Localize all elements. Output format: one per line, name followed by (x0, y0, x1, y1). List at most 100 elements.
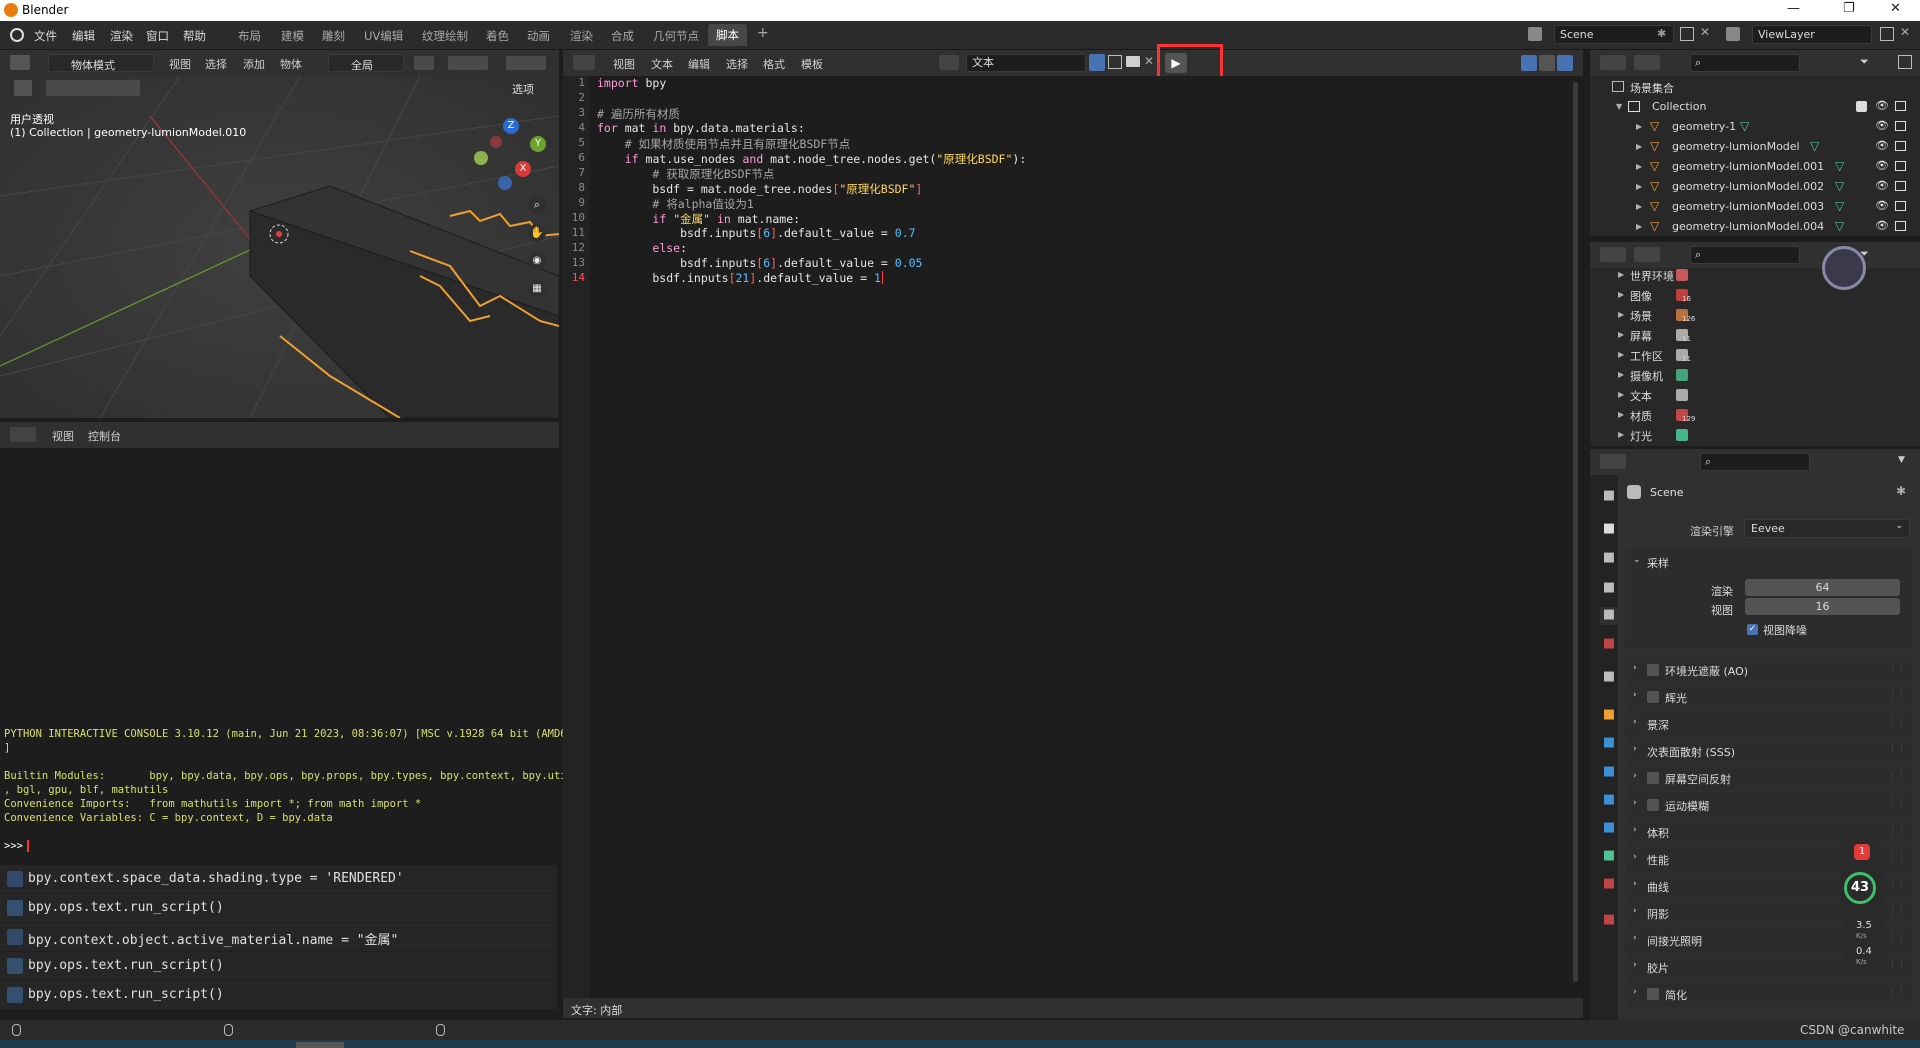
properties-editor-type-icon[interactable] (1600, 454, 1626, 469)
tab-texture-paint[interactable]: 纹理绘制 (422, 28, 468, 44)
panel-enable-checkbox[interactable] (1647, 691, 1659, 703)
expand-arrow-icon[interactable]: ▶ (1618, 430, 1624, 439)
gizmo-neg-z[interactable] (498, 176, 512, 190)
expand-arrow-icon[interactable]: ▶ (1618, 290, 1624, 299)
log-row[interactable]: bpy.context.object.active_material.name … (0, 923, 557, 952)
visibility-eye-icon[interactable]: 👁 (1875, 99, 1889, 112)
code-line[interactable]: # 遍历所有材质 (597, 106, 680, 122)
expand-arrow-icon[interactable]: ▶ (1636, 202, 1642, 211)
text-datablock-icon[interactable] (939, 55, 959, 70)
expand-arrow-icon[interactable]: ▶ (1636, 182, 1642, 191)
log-row[interactable]: bpy.ops.text.run_script() (0, 981, 557, 1010)
syntax-highlight-toggle-icon[interactable] (1557, 55, 1573, 71)
panel-enable-checkbox[interactable] (1647, 772, 1659, 784)
tab-compositing[interactable]: 合成 (611, 28, 634, 44)
display-mode2-icon[interactable] (1634, 247, 1660, 262)
outliner-object-row[interactable]: ▶ ▽ geometry-lumionModel.004 ▽ 👁 (1590, 217, 1920, 237)
collapse-arrow-icon[interactable]: ▼ (1616, 102, 1622, 111)
expand-arrow-icon[interactable]: ▶ (1618, 410, 1624, 419)
log-row[interactable]: bpy.ops.text.run_script() (0, 952, 557, 981)
outliner-object-row[interactable]: ▶ ▽ geometry-1 ▽ 👁 (1590, 117, 1920, 137)
properties-options-icon[interactable]: ▼ (1898, 455, 1905, 465)
render-camera-icon[interactable] (1895, 201, 1906, 211)
menu-render[interactable]: 渲染 (110, 28, 133, 44)
viewport-menu-select[interactable]: 选择 (205, 56, 227, 72)
display-mode-icon[interactable] (1634, 55, 1660, 70)
code-line[interactable]: bsdf.inputs[6].default_value = 0.05 (597, 256, 922, 270)
minimize-button[interactable]: — (1787, 1, 1800, 16)
menu-edit[interactable]: 编辑 (72, 28, 95, 44)
viewport-menu-add[interactable]: 添加 (243, 56, 265, 72)
outliner-search-input[interactable]: ⌕ (1690, 54, 1800, 72)
expand-arrow-icon[interactable]: ▶ (1636, 222, 1642, 231)
text-editor-scrollbar[interactable] (1573, 82, 1578, 982)
render-camera-icon[interactable] (1895, 121, 1906, 131)
material-tab-icon[interactable]: ■ (1600, 876, 1618, 894)
expand-arrow-icon[interactable]: ▶ (1636, 142, 1642, 151)
drag-handle-icon[interactable]: ⋮⋮ (1888, 933, 1906, 943)
add-workspace-button[interactable]: + (757, 25, 769, 41)
new-viewlayer-icon[interactable] (1880, 27, 1894, 41)
new-text-icon[interactable] (1108, 55, 1122, 69)
drag-handle-icon[interactable]: ⋮⋮ (1888, 771, 1906, 781)
properties-subpanel[interactable]: › 次表面散射 (SSS) ⋮⋮ (1625, 738, 1912, 764)
exclude-checkbox[interactable] (1856, 101, 1867, 112)
outliner-object-row[interactable]: ▶ ▽ geometry-lumionModel.001 ▽ 👁 (1590, 157, 1920, 177)
outliner-editor-type-icon[interactable] (1600, 55, 1626, 70)
code-line[interactable]: if "金属" in mat.name: (597, 211, 800, 227)
scene-tab-icon[interactable]: ■ (1600, 607, 1618, 625)
properties-subpanel[interactable]: › 环境光遮蔽 (AO) ⋮⋮ (1625, 657, 1912, 683)
pin-icon[interactable]: ✱ (1896, 484, 1906, 498)
blend-data-row[interactable]: ▶ 世界环境 (1590, 265, 1920, 285)
log-row[interactable]: bpy.ops.text.run_script() (0, 894, 557, 923)
drag-handle-icon[interactable]: ⋮⋮ (1888, 987, 1906, 997)
maximize-button[interactable]: ❐ (1843, 1, 1855, 16)
drag-handle-icon[interactable]: ⋮⋮ (1888, 798, 1906, 808)
code-line[interactable]: for mat in bpy.data.materials: (597, 121, 805, 135)
gizmo-y-axis[interactable]: Y (530, 136, 546, 152)
menu-file[interactable]: 文件 (34, 28, 57, 44)
tab-layout[interactable]: 布局 (238, 28, 261, 44)
code-line[interactable]: bsdf = mat.node_tree.nodes["原理化BSDF"] (597, 181, 922, 197)
visibility-eye-icon[interactable]: 👁 (1875, 199, 1889, 212)
floating-app-icon[interactable] (1822, 246, 1866, 290)
texture-tab-icon[interactable]: ■ (1600, 912, 1618, 930)
new-collection-icon[interactable] (1898, 55, 1912, 69)
expand-arrow-icon[interactable]: ▶ (1618, 270, 1624, 279)
drag-handle-icon[interactable]: ⋮⋮ (1888, 906, 1906, 916)
fake-user-shield-icon[interactable] (1089, 54, 1105, 71)
expand-arrow-icon[interactable]: ▶ (1618, 330, 1624, 339)
perspective-toggle-icon[interactable]: ▦ (528, 280, 546, 298)
pivot-icon[interactable] (414, 56, 434, 70)
close-window-button[interactable]: ✕ (1890, 1, 1901, 16)
text-editor-type-icon[interactable] (573, 55, 595, 70)
object-tab-icon[interactable]: ■ (1600, 707, 1618, 725)
text-menu-text[interactable]: 文本 (651, 56, 673, 72)
tab-sculpting[interactable]: 雕刻 (322, 28, 345, 44)
world-tab-icon[interactable]: ■ (1600, 636, 1618, 654)
transform-orientation-select[interactable]: 全局 (328, 54, 404, 72)
text-menu-format[interactable]: 格式 (763, 56, 785, 72)
console-editor-type-icon[interactable] (10, 427, 36, 442)
camera-view-icon[interactable]: ◉ (528, 252, 546, 270)
properties-subpanel[interactable]: › 景深 ⋮⋮ (1625, 711, 1912, 737)
unlink-text-icon[interactable]: ✕ (1144, 54, 1154, 68)
word-wrap-toggle-icon[interactable] (1539, 55, 1555, 71)
options-button[interactable]: 选项 (512, 81, 534, 97)
viewport-samples-field[interactable]: 16 (1745, 598, 1900, 615)
outliner2-editor-type-icon[interactable] (1600, 247, 1626, 262)
properties-subpanel[interactable]: › 简化 ⋮⋮ (1625, 981, 1912, 1007)
tab-modeling[interactable]: 建模 (281, 28, 304, 44)
python-console[interactable]: PYTHON INTERACTIVE CONSOLE 3.10.12 (main… (0, 448, 579, 858)
drag-handle-icon[interactable]: ⋮⋮ (1888, 690, 1906, 700)
open-text-folder-icon[interactable] (1126, 56, 1140, 67)
expand-arrow-icon[interactable]: ▶ (1618, 350, 1624, 359)
pin-icon[interactable]: ✱ (1657, 27, 1666, 40)
network-monitor-widget[interactable]: 1 43 3.5 K/s 0.4 K/s (1842, 836, 1882, 974)
gizmo-x-axis[interactable]: X (515, 161, 531, 177)
navigation-gizmo[interactable]: Z Y X (470, 116, 554, 200)
constraints-tab-icon[interactable]: ■ (1600, 820, 1618, 838)
blend-data-row[interactable]: ▶ 图像 16 (1590, 285, 1920, 305)
render-tab-icon[interactable]: ■ (1600, 521, 1618, 539)
delete-viewlayer-icon[interactable]: ✕ (1900, 25, 1910, 39)
